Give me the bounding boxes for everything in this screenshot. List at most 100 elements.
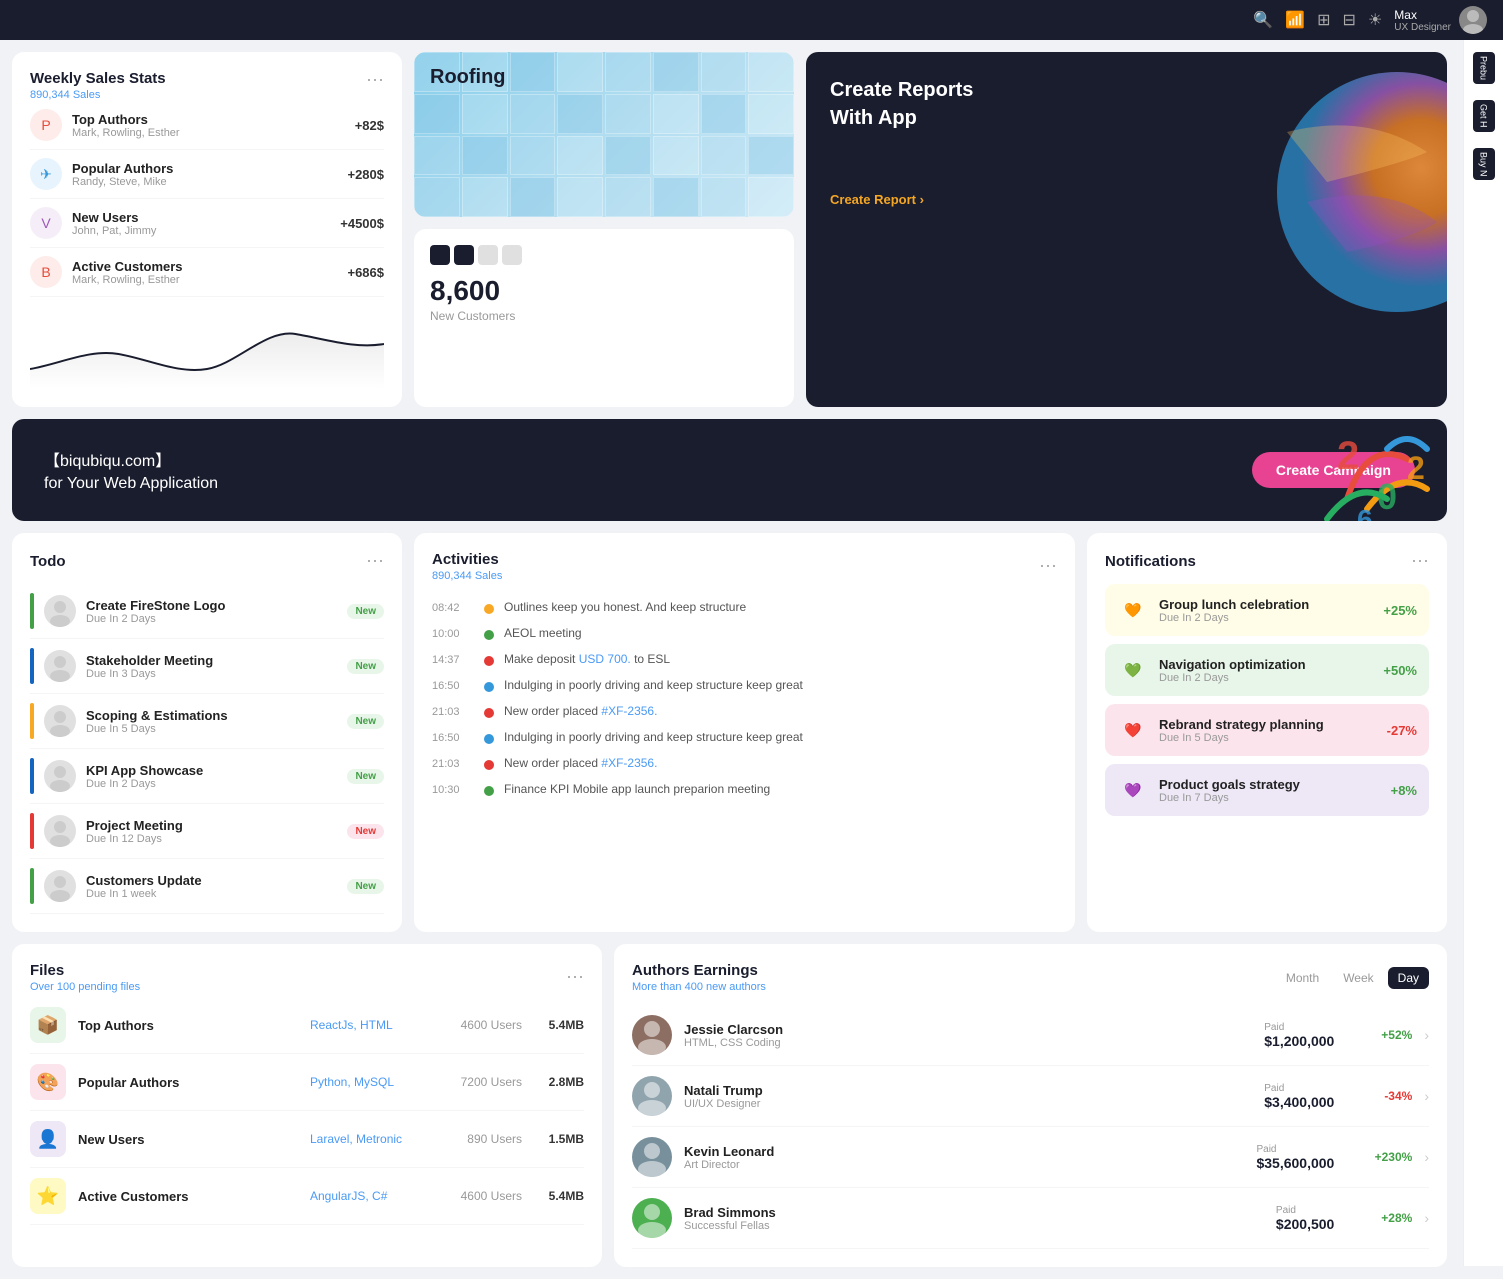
act-text: Finance KPI Mobile app launch preparion …: [504, 782, 1057, 796]
period-month[interactable]: Month: [1276, 967, 1329, 989]
apps-icon[interactable]: ⊟: [1343, 10, 1356, 30]
weekly-sales-menu[interactable]: ⋯: [366, 70, 384, 91]
todo-info: KPI App Showcase Due In 2 Days: [86, 763, 337, 790]
notif-item: 💚 Navigation optimization Due In 2 Days …: [1105, 644, 1429, 696]
author-item: Brad Simmons Successful Fellas Paid $200…: [632, 1188, 1429, 1249]
stat-name: Top Authors: [72, 112, 345, 127]
authors-title: Authors Earnings: [632, 962, 766, 979]
files-card: Files Over 100 pending files ⋯ 📦 Top Aut…: [12, 944, 602, 1267]
grid-icon[interactable]: ⊞: [1317, 10, 1330, 30]
todo-item: Customers Update Due In 1 week New: [30, 859, 384, 914]
customers-icons: [430, 245, 778, 265]
theme-icon[interactable]: ☀: [1368, 10, 1382, 30]
author-role: Art Director: [684, 1159, 1244, 1171]
period-day[interactable]: Day: [1388, 967, 1429, 989]
stat-info: Active Customers Mark, Rowling, Esther: [72, 259, 337, 286]
act-dot: [484, 786, 494, 796]
author-role: HTML, CSS Coding: [684, 1037, 1252, 1049]
stat-sub: Mark, Rowling, Esther: [72, 127, 345, 139]
search-icon[interactable]: 🔍: [1253, 10, 1273, 30]
stat-info: Popular Authors Randy, Steve, Mike: [72, 161, 337, 188]
author-change: -34%: [1362, 1089, 1412, 1103]
todo-info: Project Meeting Due In 12 Days: [86, 818, 337, 845]
notifications-card: Notifications ⋯ 🧡 Group lunch celebratio…: [1087, 533, 1447, 932]
planet-decoration: [1227, 52, 1447, 407]
notif-icon: 💚: [1117, 654, 1149, 686]
svg-text:0: 0: [1377, 476, 1397, 517]
notifications-title: Notifications: [1105, 553, 1196, 570]
stat-name: Popular Authors: [72, 161, 337, 176]
top-navigation: 🔍 📶 ⊞ ⊟ ☀ Max UX Designer: [0, 0, 1503, 40]
weekly-sales-subtitle: 890,344 Sales: [30, 89, 166, 101]
file-icon: 👤: [30, 1121, 66, 1157]
activities-menu[interactable]: ⋯: [1039, 556, 1057, 577]
author-chevron[interactable]: ›: [1424, 1027, 1429, 1043]
author-info: Brad Simmons Successful Fellas: [684, 1205, 1264, 1232]
avatar[interactable]: [1459, 6, 1487, 34]
file-users: 7200 Users: [442, 1075, 522, 1089]
todo-due: Due In 2 Days: [86, 613, 337, 625]
todo-menu[interactable]: ⋯: [366, 551, 384, 572]
notif-icon: 🧡: [1117, 594, 1149, 626]
campaign-text1: 【biqubiqu.com】: [44, 447, 218, 471]
act-time: 08:42: [432, 602, 474, 614]
signal-icon[interactable]: 📶: [1285, 10, 1305, 30]
paid-label: Paid: [1264, 1022, 1334, 1033]
author-item: Natali Trump UI/UX Designer Paid $3,400,…: [632, 1066, 1429, 1127]
author-payment: Paid $1,200,000: [1264, 1022, 1334, 1049]
stat-items: P Top Authors Mark, Rowling, Esther +82$…: [30, 101, 384, 297]
notifications-menu[interactable]: ⋯: [1411, 551, 1429, 572]
act-dot: [484, 734, 494, 744]
icon-box-light: [478, 245, 498, 265]
authors-earnings-card: Authors Earnings More than 400 new autho…: [614, 944, 1447, 1267]
act-link[interactable]: #XF-2356.: [601, 756, 657, 770]
customers-card: 8,600 New Customers: [414, 229, 794, 407]
sidebar-prebu[interactable]: Prebu: [1473, 52, 1495, 84]
files-title: Files: [30, 962, 140, 979]
file-tech: Laravel, Metronic: [310, 1132, 430, 1146]
stat-icon: P: [30, 109, 62, 141]
todo-info: Create FireStone Logo Due In 2 Days: [86, 598, 337, 625]
icon-box-dark: [430, 245, 450, 265]
author-amount: $200,500: [1276, 1216, 1334, 1232]
authors-subtitle: More than 400 new authors: [632, 981, 766, 993]
author-chevron[interactable]: ›: [1424, 1210, 1429, 1226]
files-subtitle: Over 100 pending files: [30, 981, 140, 993]
author-chevron[interactable]: ›: [1424, 1088, 1429, 1104]
sidebar-buyn[interactable]: Buy N: [1473, 148, 1495, 181]
activity-item: 21:03 New order placed #XF-2356.: [432, 698, 1057, 724]
campaign-text: 【biqubiqu.com】 for Your Web Application: [44, 447, 218, 493]
author-info: Natali Trump UI/UX Designer: [684, 1083, 1252, 1110]
activity-item: 14:37 Make deposit USD 700. to ESL: [432, 646, 1057, 672]
act-dot: [484, 708, 494, 718]
act-link[interactable]: USD 700.: [579, 652, 631, 666]
stat-item: V New Users John, Pat, Jimmy +4500$: [30, 199, 384, 248]
todo-avatar: [44, 760, 76, 792]
files-menu[interactable]: ⋯: [566, 967, 584, 988]
stat-item: B Active Customers Mark, Rowling, Esther…: [30, 248, 384, 297]
weekly-sales-title: Weekly Sales Stats: [30, 70, 166, 87]
act-link[interactable]: #XF-2356.: [601, 704, 657, 718]
notif-info: Rebrand strategy planning Due In 5 Days: [1159, 717, 1377, 744]
notif-info: Group lunch celebration Due In 2 Days: [1159, 597, 1373, 624]
notif-title: Product goals strategy: [1159, 777, 1381, 792]
todo-item: Project Meeting Due In 12 Days New: [30, 804, 384, 859]
author-chevron[interactable]: ›: [1424, 1149, 1429, 1165]
paid-label: Paid: [1264, 1083, 1334, 1094]
user-name: Max: [1394, 8, 1451, 22]
roofing-section: Roofing 8,600 New Customers: [414, 52, 794, 407]
stat-info: Top Authors Mark, Rowling, Esther: [72, 112, 345, 139]
todo-title: Todo: [30, 553, 66, 570]
sidebar-geth[interactable]: Get H: [1473, 100, 1495, 132]
todo-bar: [30, 593, 34, 629]
file-item: 👤 New Users Laravel, Metronic 890 Users …: [30, 1111, 584, 1168]
author-change: +230%: [1362, 1150, 1412, 1164]
notif-value: -27%: [1387, 723, 1417, 738]
period-week[interactable]: Week: [1333, 967, 1383, 989]
svg-text:2: 2: [1407, 450, 1425, 486]
create-report-link[interactable]: Create Report ›: [830, 192, 973, 207]
todo-items: Create FireStone Logo Due In 2 Days New …: [30, 584, 384, 914]
paid-label: Paid: [1276, 1205, 1334, 1216]
act-text: New order placed #XF-2356.: [504, 756, 1057, 770]
campaign-decoration: 2 0 2 6: [1147, 419, 1447, 521]
